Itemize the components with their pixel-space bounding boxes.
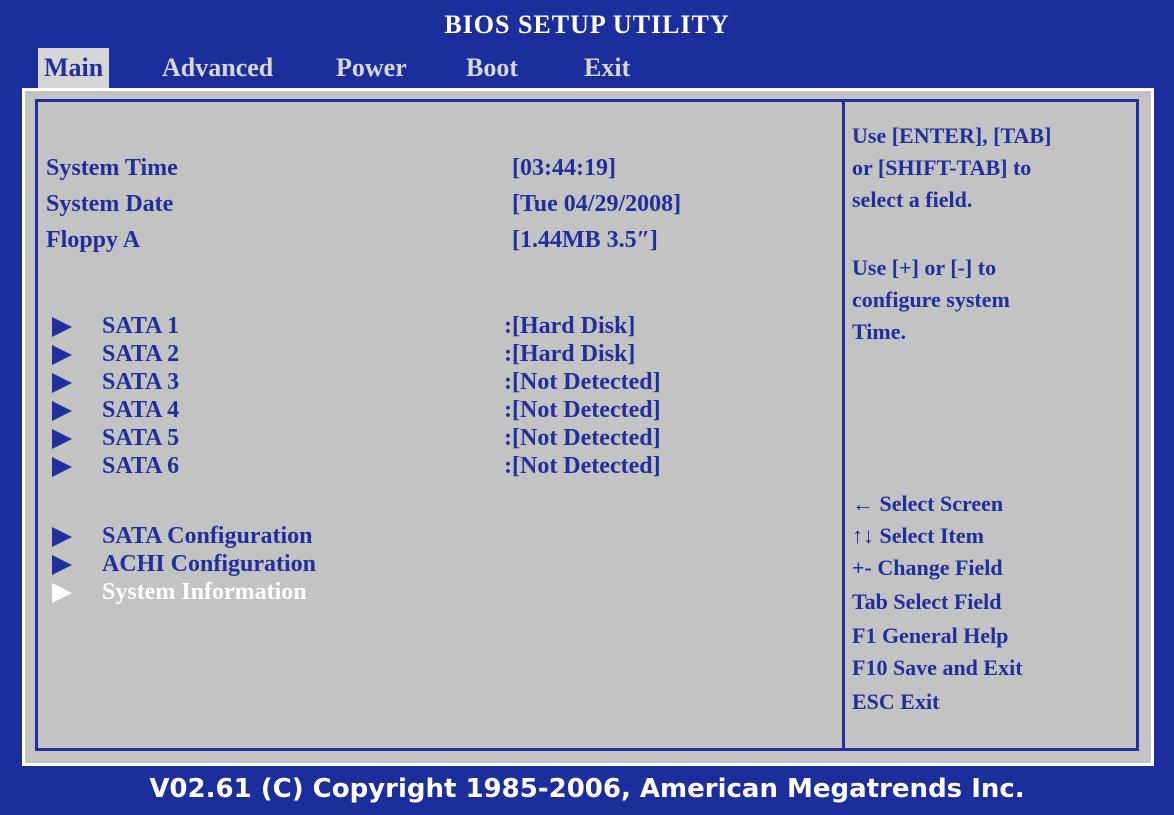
help-line-3: select a field. [852,187,973,212]
sata-4-arrow-icon [52,401,72,421]
key-select-screen: ← Select Screen [852,491,1004,516]
help-line-1: Use [ENTER], [TAB] [852,123,1052,148]
sata-1-label[interactable]: SATA 1 [102,312,179,340]
system-info-arrow-icon [52,583,72,603]
sata-3-arrow-icon [52,373,72,393]
sata-5-value: :[Not Detected] [504,425,661,451]
sata-4-label[interactable]: SATA 4 [102,396,179,424]
sata-2-label[interactable]: SATA 2 [102,340,179,368]
sata-6-arrow-icon [52,457,72,477]
help-line-5: configure system [852,287,1010,312]
sata-4-value: :[Not Detected] [504,397,661,423]
help-line-4: Use [+] or [-] to [852,255,997,280]
bios-title: BIOS SETUP UTILITY [444,10,730,39]
tab-boot[interactable]: Boot [460,48,524,88]
sata-2-arrow-icon [52,345,72,365]
sata-3-value: :[Not Detected] [504,369,661,395]
floppy-a-value[interactable]: [1.44MB 3.5″] [512,226,658,254]
achi-config-arrow-icon [52,555,72,575]
key-general-help: F1 General Help [852,623,1009,648]
sata-1-value: :[Hard Disk] [504,313,636,339]
help-divider [842,102,845,748]
key-esc-exit: ESC Exit [852,689,940,714]
sata-1-arrow-icon [52,317,72,337]
sata-2-value: :[Hard Disk] [504,341,636,367]
sata-config-arrow-icon [52,527,72,547]
help-line-6: Time. [852,319,906,344]
system-information-item[interactable]: System Information [102,578,307,606]
content-frame: System Time [03:44:19] System Date [Tue … [35,99,1139,751]
key-change-field: +- Change Field [852,555,1003,580]
key-select-field: Tab Select Field [852,589,1002,614]
sata-6-value: :[Not Detected] [504,453,661,479]
key-save-exit: F10 Save and Exit [852,655,1023,680]
system-date-value[interactable]: [Tue 04/29/2008] [512,190,681,218]
tab-power[interactable]: Power [330,48,413,88]
system-date-label: System Date [46,191,174,217]
sata-configuration-item[interactable]: SATA Configuration [102,522,312,550]
achi-configuration-item[interactable]: ACHI Configuration [102,550,316,578]
sata-6-label[interactable]: SATA 6 [102,452,179,480]
main-panel: System Time [03:44:19] System Date [Tue … [22,88,1154,766]
sata-5-arrow-icon [52,429,72,449]
help-line-2: or [SHIFT-TAB] to [852,155,1032,180]
system-time-label: System Time [46,155,178,181]
key-select-item: ↑↓ Select Item [852,523,984,548]
copyright-footer: V02.61 (C) Copyright 1985-2006, American… [149,774,1025,804]
system-time-value[interactable]: [03:44:19] [512,154,616,182]
tab-advanced[interactable]: Advanced [156,48,279,88]
floppy-a-label: Floppy A [46,227,141,253]
tab-main[interactable]: Main [38,48,110,88]
tab-exit[interactable]: Exit [578,48,636,88]
sata-3-label[interactable]: SATA 3 [102,368,179,396]
sata-5-label[interactable]: SATA 5 [102,424,179,452]
